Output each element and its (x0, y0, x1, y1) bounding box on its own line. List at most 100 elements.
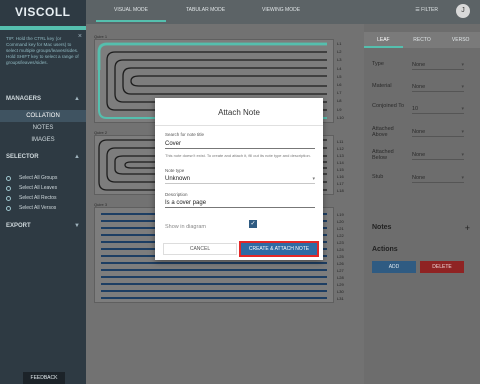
leaf-label[interactable]: L13 (337, 153, 364, 158)
sidebar: VISCOLL × TIP: Hold the CTRL key (or Com… (0, 0, 86, 384)
attached-below-value: None (412, 152, 426, 158)
leaf-label[interactable]: L22 (337, 233, 364, 238)
leaf-label[interactable]: L10 (337, 115, 364, 120)
note-type-select[interactable]: Unknown ▾ (165, 175, 315, 184)
divider (155, 125, 323, 126)
search-label: Search for note title (165, 132, 205, 137)
leaf-label[interactable]: L17 (337, 181, 364, 186)
filter-label: FILTER (421, 7, 438, 13)
leaf-label[interactable]: L30 (337, 289, 364, 294)
note-title-search-input[interactable]: Cover (165, 140, 315, 149)
dropdown-icon: ▾ (461, 84, 464, 90)
chevron-up-icon: ▲ (74, 96, 80, 102)
tab-tabular-mode[interactable]: TABULAR MODE (186, 7, 225, 13)
stub-label: Stub (372, 174, 384, 180)
chevron-up-icon: ▲ (74, 154, 80, 160)
leaf-label[interactable]: L20 (337, 219, 364, 224)
manager-item-notes[interactable]: NOTES (0, 122, 86, 134)
export-header[interactable]: EXPORT ▼ (0, 219, 86, 233)
type-select[interactable]: None ▾ (412, 61, 464, 70)
panel-tabs: LEAF RECTO VERSO (364, 32, 480, 48)
attached-above-value: None (412, 129, 426, 135)
leaf-label[interactable]: L1 (337, 41, 364, 46)
leaf-label[interactable]: L23 (337, 240, 364, 245)
leaf-label[interactable]: L3 (337, 57, 364, 62)
leaf-label[interactable]: L4 (337, 66, 364, 71)
description-input[interactable]: Is a cover page (165, 199, 315, 208)
show-in-diagram-checkbox[interactable]: ✓ (249, 220, 257, 228)
leaf-label[interactable]: L2 (337, 49, 364, 54)
conjoined-label: Conjoined To (372, 103, 405, 109)
leaf-label[interactable]: L6 (337, 82, 364, 87)
leaf-label[interactable]: L12 (337, 146, 364, 151)
leaf-label[interactable]: L16 (337, 174, 364, 179)
note-type-label: Note type (165, 168, 185, 173)
conjoined-select[interactable]: 10 ▾ (412, 105, 464, 114)
selection-tip: TIP: Hold the CTRL key (or Command key f… (6, 36, 79, 65)
logo-accent-bar (0, 26, 86, 30)
tab-verso[interactable]: VERSO (441, 32, 480, 48)
tab-recto[interactable]: RECTO (403, 32, 442, 48)
leaf-label[interactable]: L9 (337, 107, 364, 112)
leaf-label[interactable]: L28 (337, 275, 364, 280)
leaf-label[interactable]: L14 (337, 160, 364, 165)
leaf-label[interactable]: L29 (337, 282, 364, 287)
actions-heading: Actions (372, 246, 398, 253)
select-all-versos[interactable]: Select All Versos (6, 203, 57, 213)
leaf-label[interactable]: L7 (337, 90, 364, 95)
create-attach-note-button[interactable]: CREATE & ATTACH NOTE (239, 241, 319, 257)
filter-button[interactable]: ☰ FILTER (415, 7, 438, 13)
material-select[interactable]: None ▾ (412, 83, 464, 92)
dropdown-icon: ▾ (461, 129, 464, 135)
leaf-label[interactable]: L5 (337, 74, 364, 79)
leaf-label[interactable]: L8 (337, 98, 364, 103)
tab-viewing-mode[interactable]: VIEWING MODE (262, 7, 300, 13)
attached-above-label: Attached Above (372, 126, 394, 138)
leaf-label[interactable]: L26 (337, 261, 364, 266)
dropdown-icon: ▾ (461, 106, 464, 112)
leaf-label[interactable]: L21 (337, 226, 364, 231)
leaf-label[interactable]: L15 (337, 167, 364, 172)
mode-tab-bar: VISUAL MODE TABULAR MODE VIEWING MODE ☰ … (86, 0, 480, 24)
select-all-leaves[interactable]: Select All Leaves (6, 183, 57, 193)
attached-above-select[interactable]: None ▾ (412, 128, 464, 137)
leaf-properties-panel: LEAF RECTO VERSO Type None ▾ Material Non… (364, 24, 480, 384)
chevron-down-icon: ▼ (74, 223, 80, 229)
manager-item-collation[interactable]: COLLATION (0, 110, 86, 122)
note-type-value: Unknown (165, 176, 191, 182)
leaf-label[interactable]: L18 (337, 188, 364, 193)
attached-below-select[interactable]: None ▾ (412, 151, 464, 160)
feedback-button[interactable]: FEEDBACK (23, 372, 65, 384)
radio-icon (6, 205, 11, 211)
select-all-leaves-label: Select All Leaves (19, 185, 58, 191)
tab-leaf[interactable]: LEAF (364, 32, 403, 48)
select-all-groups[interactable]: Select All Groups (6, 173, 57, 183)
managers-header[interactable]: MANAGERS ▲ (0, 92, 86, 106)
select-all-rectos[interactable]: Select All Rectos (6, 193, 57, 203)
radio-icon (6, 195, 11, 201)
tab-visual-mode[interactable]: VISUAL MODE (114, 7, 148, 13)
leaf-label[interactable]: L27 (337, 268, 364, 273)
managers-title: MANAGERS (6, 96, 42, 102)
leaf-label[interactable]: L19 (337, 212, 364, 217)
attach-note-dialog: Attach Note Search for note title Cover … (155, 98, 323, 260)
leaf-label[interactable]: L24 (337, 247, 364, 252)
add-button[interactable]: ADD (372, 261, 416, 273)
material-label: Material (372, 83, 392, 89)
selector-header[interactable]: SELECTOR ▲ (0, 150, 86, 164)
cancel-button[interactable]: CANCEL (163, 243, 237, 255)
type-label: Type (372, 61, 384, 67)
dropdown-icon: ▾ (312, 176, 315, 182)
avatar[interactable]: J (456, 4, 470, 18)
delete-button[interactable]: DELETE (420, 261, 464, 273)
active-tab-indicator (96, 20, 166, 22)
manager-item-images[interactable]: IMAGES (0, 134, 86, 146)
leaf-label[interactable]: L25 (337, 254, 364, 259)
leaf-label[interactable]: L11 (337, 139, 364, 144)
leaf-label[interactable]: L31 (337, 296, 364, 301)
stub-select[interactable]: None ▾ (412, 174, 464, 183)
attached-below-label: Attached Below (372, 149, 394, 161)
dropdown-icon: ▾ (461, 175, 464, 181)
dropdown-icon: ▾ (461, 62, 464, 68)
add-note-icon[interactable]: + (465, 223, 470, 233)
